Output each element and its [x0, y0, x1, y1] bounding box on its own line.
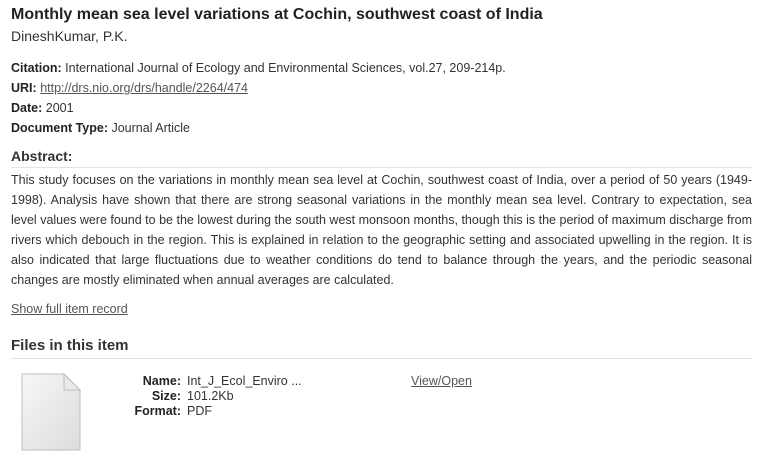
files-heading: Files in this item [11, 337, 752, 359]
uri-link[interactable]: http://drs.nio.org/drs/handle/2264/474 [40, 81, 248, 95]
date-label: Date: [11, 101, 43, 115]
abstract-heading: Abstract: [11, 147, 752, 168]
date-row: Date: 2001 [11, 98, 752, 118]
file-format-label: Format: [134, 404, 181, 418]
file-name-value: Int_J_Ecol_Enviro ... [187, 374, 302, 388]
doctype-row: Document Type: Journal Article [11, 118, 752, 138]
file-name-label: Name: [142, 374, 181, 388]
view-open-link[interactable]: View/Open [411, 374, 472, 389]
file-size-value: 101.2Kb [187, 389, 234, 403]
item-view: Monthly mean sea level variations at Coc… [11, 5, 752, 457]
uri-row: URI: http://drs.nio.org/drs/handle/2264/… [11, 78, 752, 98]
file-size-label: Size: [151, 389, 181, 403]
abstract-text: This study focuses on the variations in … [11, 173, 752, 287]
citation-label: Citation: [11, 61, 62, 75]
doctype-label: Document Type: [11, 121, 108, 135]
full-record-row: Show full item record [11, 300, 752, 318]
item-author: DineshKumar, P.K. [11, 28, 128, 44]
doctype-value: Journal Article [111, 121, 190, 135]
page-title: Monthly mean sea level variations at Coc… [11, 6, 543, 23]
uri-label: URI: [11, 81, 37, 95]
citation-row: Citation: International Journal of Ecolo… [11, 58, 752, 78]
file-format-value: PDF [187, 404, 212, 418]
show-full-record-link[interactable]: Show full item record [11, 302, 128, 316]
date-value: 2001 [45, 101, 74, 115]
file-item: Name: Int_J_Ecol_Enviro ... Size: 101.2Kb … [11, 367, 752, 457]
item-metadata: Citation: International Journal of Ecolo… [11, 58, 752, 138]
citation-value: International Journal of Ecology and Env… [65, 61, 506, 75]
file-metadata: Name: Int_J_Ecol_Enviro ... Size: 101.2Kb … [129, 374, 302, 419]
document-file-icon[interactable] [20, 372, 82, 451]
